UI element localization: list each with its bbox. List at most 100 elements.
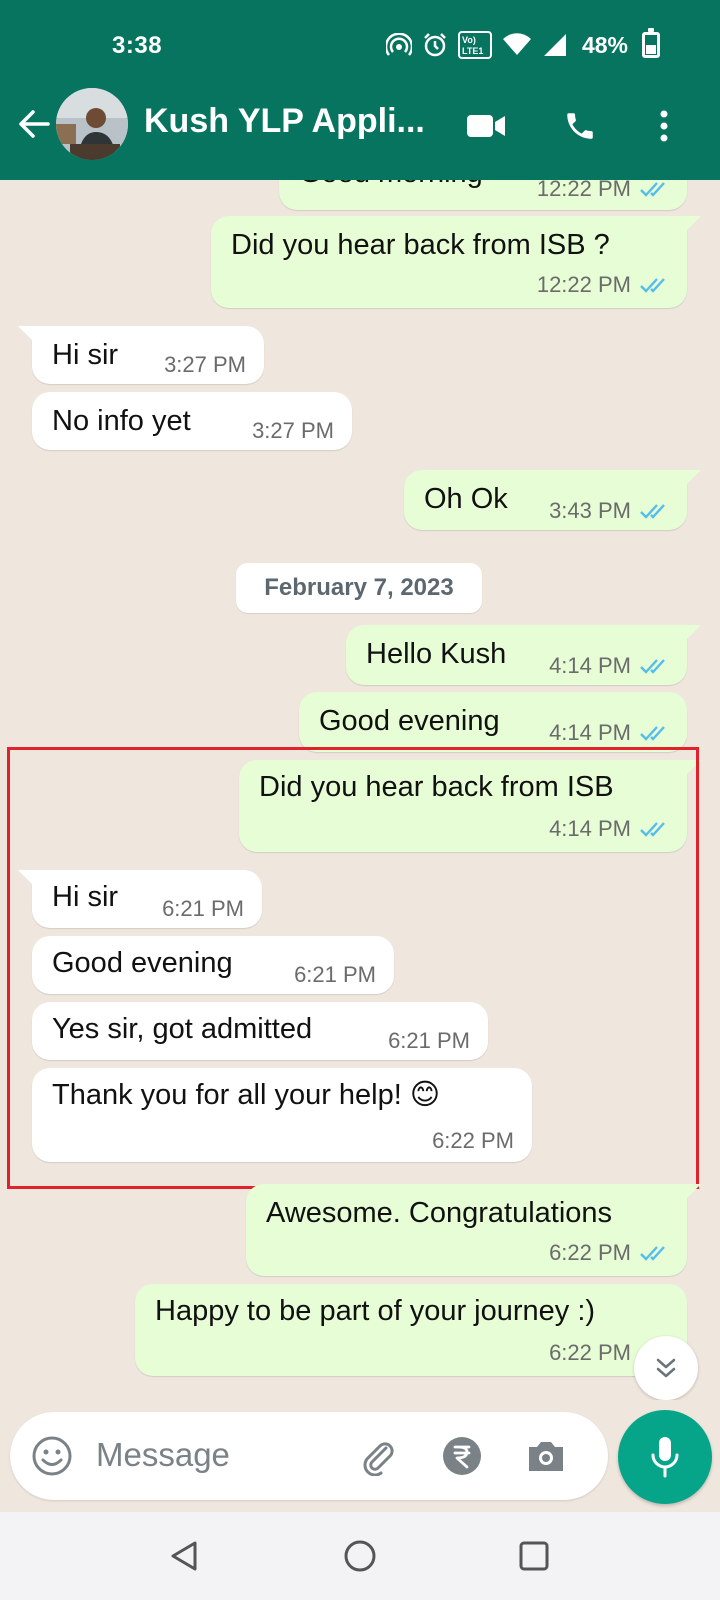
read-ticks-icon <box>640 278 665 293</box>
message-time: 6:22 PM <box>549 1340 631 1365</box>
message-meta: 3:27 PM <box>164 352 246 378</box>
battery-icon <box>642 28 660 58</box>
message-text: Good evening <box>52 947 233 979</box>
message-meta: 3:43 PM <box>549 498 671 524</box>
emoji-button[interactable] <box>30 1434 74 1478</box>
read-ticks-icon <box>640 182 665 197</box>
nav-back-button[interactable] <box>162 1534 206 1578</box>
message-input[interactable]: Message <box>96 1436 230 1474</box>
message-meta: 6:21 PM <box>162 896 244 922</box>
message-text: Hi sir <box>52 339 119 371</box>
back-arrow-icon <box>19 110 50 138</box>
message-time: 6:21 PM <box>294 962 376 987</box>
svg-text:LTE1: LTE1 <box>462 46 483 56</box>
message-meta: 12:22 PM <box>537 272 671 298</box>
message-bubble-outgoing[interactable]: Good morning 12:22 PM <box>279 180 687 210</box>
chat-area[interactable]: Good morning 12:22 PM Did you hear back … <box>0 180 720 1400</box>
message-meta: 6:22 PM <box>432 1128 514 1154</box>
alarm-icon <box>424 33 446 57</box>
message-text: Yes sir, got admitted <box>52 1013 313 1045</box>
message-text: Good evening <box>319 705 500 737</box>
nav-home-button[interactable] <box>338 1534 382 1578</box>
read-ticks-icon <box>640 659 665 674</box>
message-meta: 6:21 PM <box>388 1028 470 1054</box>
message-bubble-incoming[interactable]: Thank you for all your help! 😊 6:22 PM <box>32 1068 532 1162</box>
message-text: Thank you for all your help! 😊 <box>52 1079 441 1111</box>
svg-text:Vo): Vo) <box>462 35 476 45</box>
mic-icon <box>651 1437 679 1478</box>
message-time: 4:14 PM <box>549 816 631 841</box>
more-options-button[interactable] <box>640 102 688 150</box>
message-bubble-outgoing[interactable]: Happy to be part of your journey :) 6:22… <box>135 1284 687 1376</box>
more-vert-icon <box>660 110 668 142</box>
message-meta: 3:27 PM <box>252 418 334 444</box>
status-bar: 3:38 Vo) LTE1 48% <box>0 0 720 90</box>
message-bubble-outgoing[interactable]: Did you hear back from ISB 4:14 PM <box>239 760 701 852</box>
message-time: 3:27 PM <box>252 418 334 443</box>
message-bubble-incoming[interactable]: Yes sir, got admitted 6:21 PM <box>32 1002 488 1060</box>
payment-button[interactable] <box>440 1434 484 1478</box>
message-text: Happy to be part of your journey :) <box>155 1295 596 1327</box>
message-meta: 6:21 PM <box>294 962 376 988</box>
avatar[interactable] <box>56 88 128 160</box>
read-ticks-icon <box>640 504 665 519</box>
signal-icon <box>543 34 566 56</box>
message-meta: 4:14 PM <box>549 653 671 679</box>
voice-call-button[interactable] <box>556 102 604 150</box>
nav-recents-button[interactable] <box>512 1534 556 1578</box>
message-bubble-incoming[interactable]: Good evening 6:21 PM <box>32 936 394 994</box>
battery-percent: 48% <box>581 31 628 58</box>
message-bubble-incoming[interactable]: Hi sir 3:27 PM <box>18 326 264 384</box>
message-bubble-outgoing[interactable]: Hello Kush 4:14 PM <box>346 625 701 685</box>
nav-back-icon <box>171 1541 197 1571</box>
camera-button[interactable] <box>524 1434 568 1478</box>
message-text: Hello Kush <box>366 638 507 670</box>
camera-icon <box>529 1442 563 1471</box>
message-meta: 12:22 PM <box>537 180 671 202</box>
message-text: No info yet <box>52 405 191 437</box>
hotspot-icon <box>385 33 412 56</box>
message-bubble-incoming[interactable]: Hi sir 6:21 PM <box>18 870 262 928</box>
wifi-icon <box>502 33 531 55</box>
message-time: 3:43 PM <box>549 498 631 523</box>
rupee-payment-icon <box>443 1437 481 1475</box>
message-text: Awesome. Congratulations <box>266 1197 613 1229</box>
message-time: 6:22 PM <box>549 1240 631 1265</box>
read-ticks-icon <box>640 1246 665 1261</box>
back-button[interactable] <box>14 104 54 144</box>
message-bubble-incoming[interactable]: No info yet 3:27 PM <box>32 392 352 450</box>
message-meta: 4:14 PM <box>549 816 671 842</box>
attach-icon <box>363 1442 394 1476</box>
volte-icon: Vo)LTE1 <box>457 31 492 59</box>
nav-home-icon <box>344 1540 376 1572</box>
status-icons: Vo) LTE1 48% <box>385 28 660 60</box>
message-time: 12:22 PM <box>536 272 631 297</box>
message-bubble-outgoing[interactable]: Awesome. Congratulations 6:22 PM <box>246 1184 701 1276</box>
message-bubble-outgoing[interactable]: Good evening 4:14 PM <box>299 692 687 752</box>
message-text: Hi sir <box>52 881 119 913</box>
nav-recents-icon <box>519 1541 549 1571</box>
message-time: 3:27 PM <box>164 352 246 377</box>
voice-call-icon <box>567 113 593 139</box>
scroll-to-bottom-button[interactable] <box>634 1336 698 1400</box>
video-call-button[interactable] <box>462 102 510 150</box>
message-text: Oh Ok <box>424 483 508 515</box>
message-time: 6:22 PM <box>432 1128 514 1153</box>
message-bubble-outgoing[interactable]: Did you hear back from ISB ? 12:22 PM <box>211 216 701 308</box>
message-time: 6:21 PM <box>388 1028 470 1053</box>
message-text: Did you hear back from ISB ? <box>231 229 610 261</box>
video-call-icon <box>467 115 505 137</box>
read-ticks-icon <box>640 726 665 741</box>
voice-message-button[interactable] <box>618 1410 712 1504</box>
status-time: 3:38 <box>112 32 163 59</box>
attach-button[interactable] <box>356 1434 400 1478</box>
read-ticks-icon <box>640 822 665 837</box>
avatar-photo <box>56 88 128 160</box>
message-text: Good morning <box>299 180 483 191</box>
message-bubble-outgoing[interactable]: Oh Ok 3:43 PM <box>404 470 701 530</box>
message-time: 12:22 PM <box>536 180 631 201</box>
contact-name[interactable]: Kush YLP Appli... <box>144 102 425 141</box>
app-header: 3:38 Vo) LTE1 48% Kush YLP Appli... <box>0 0 720 180</box>
date-divider: February 7, 2023 <box>236 563 482 613</box>
chat-header: Kush YLP Appli... <box>0 88 720 180</box>
